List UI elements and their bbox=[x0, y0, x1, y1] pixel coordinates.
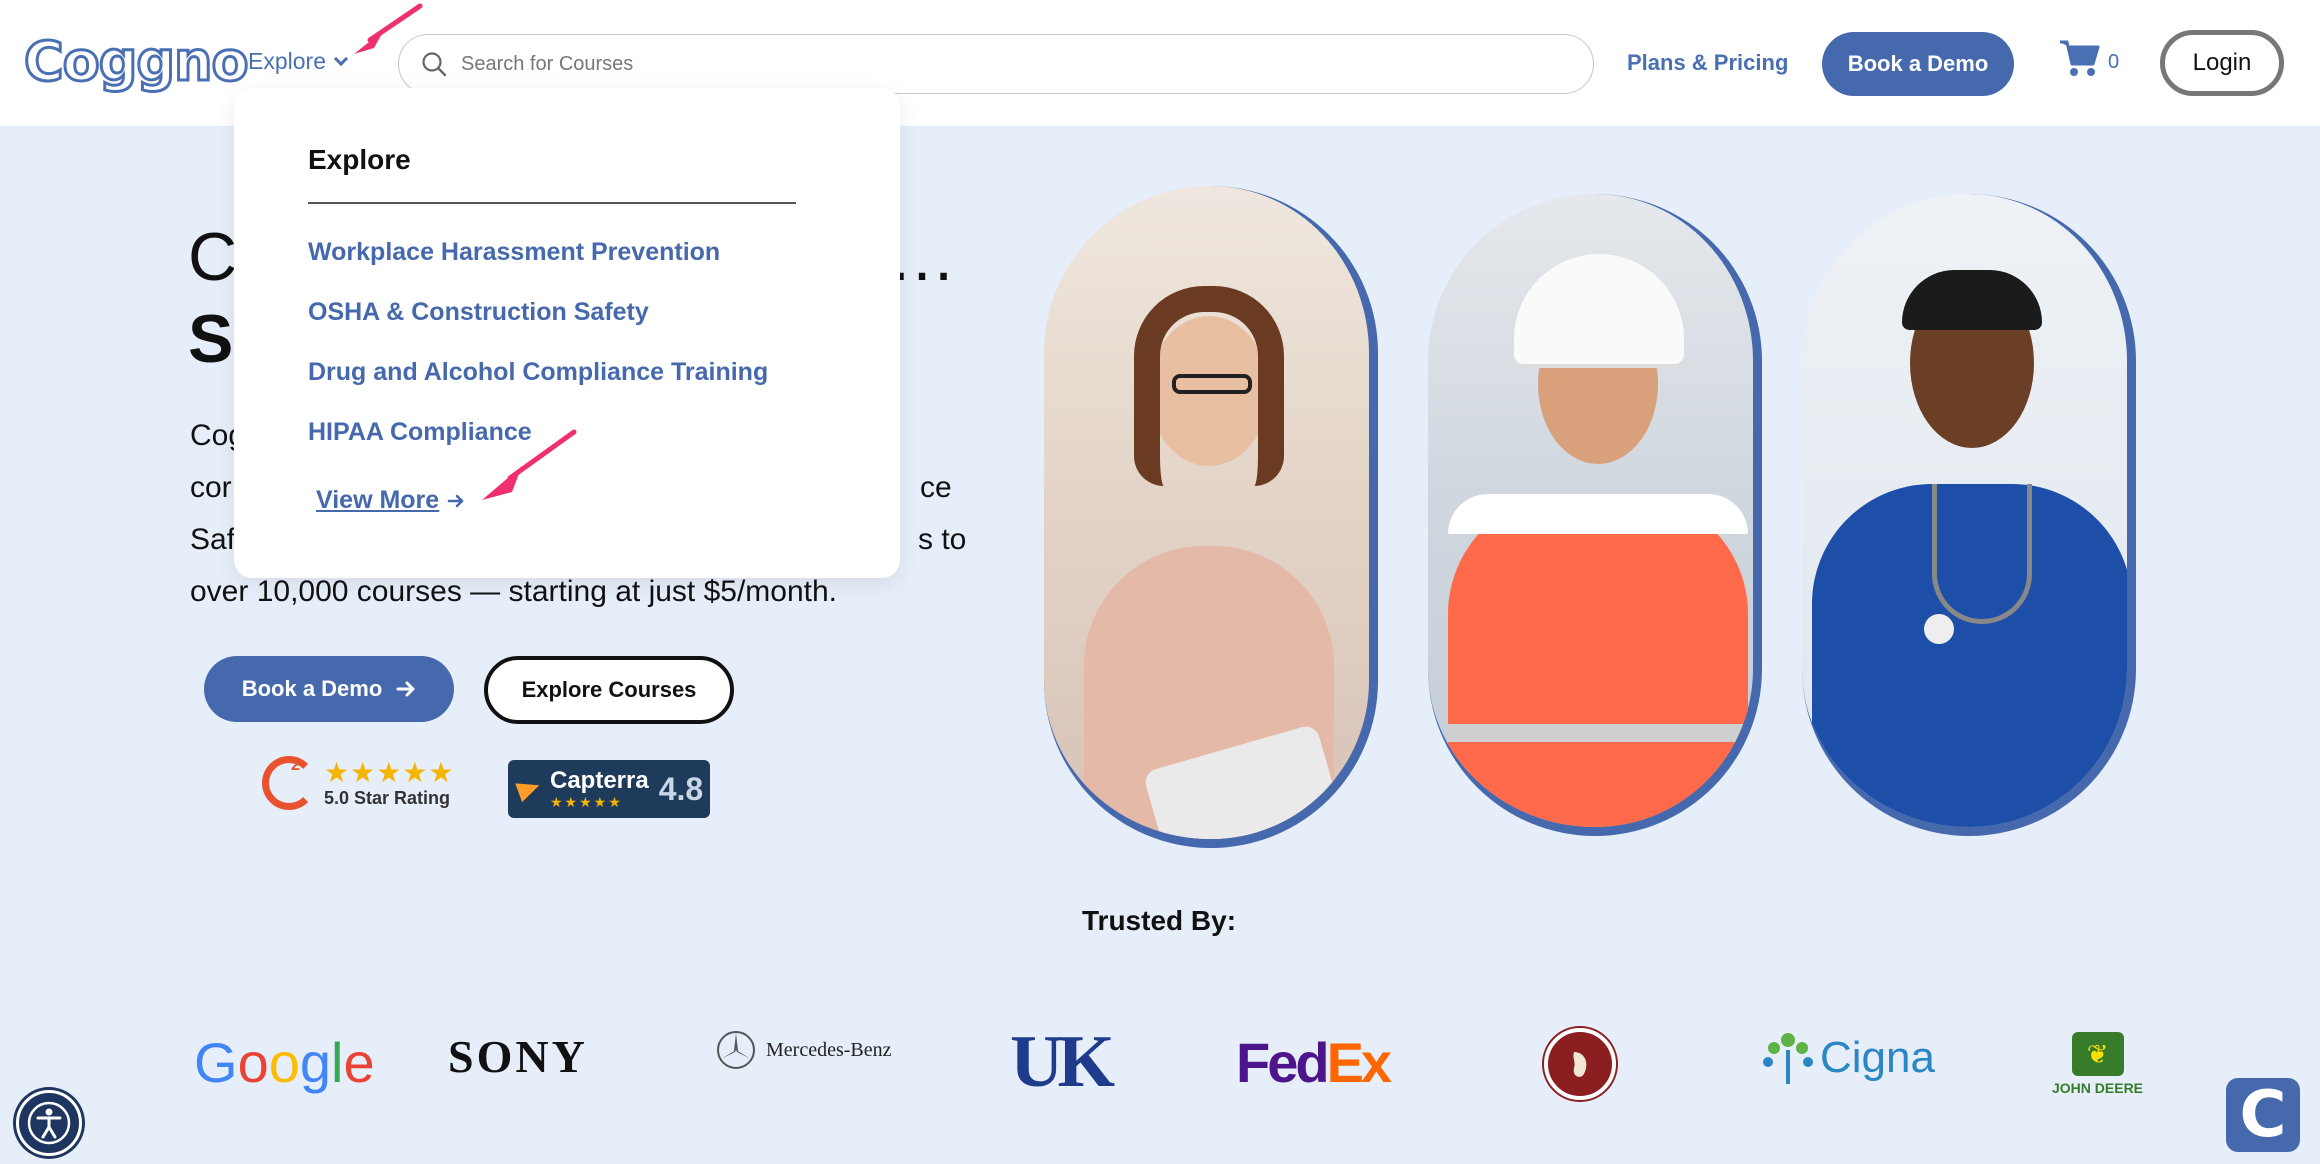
arrow-right-icon bbox=[396, 681, 415, 697]
book-demo-button-header[interactable]: Book a Demo bbox=[1822, 32, 2014, 96]
menu-item-osha-construction[interactable]: OSHA & Construction Safety bbox=[308, 298, 649, 327]
search-bar[interactable] bbox=[398, 34, 1594, 94]
hero-title-line2: S bbox=[188, 301, 234, 377]
mercedes-benz-logo: Mercedes-Benz bbox=[716, 1030, 892, 1070]
menu-item-hipaa[interactable]: HIPAA Compliance bbox=[308, 418, 532, 447]
coggno-logo[interactable]: Coggno bbox=[23, 29, 251, 95]
view-more-link[interactable]: View More bbox=[316, 486, 465, 515]
arrow-right-icon bbox=[447, 494, 464, 507]
john-deere-logo: ❦ JOHN DEERE bbox=[2052, 1032, 2143, 1096]
search-icon bbox=[422, 52, 447, 77]
explore-label: Explore bbox=[248, 48, 326, 74]
portrait-construction-worker bbox=[1428, 194, 1762, 836]
accessibility-button[interactable] bbox=[16, 1090, 82, 1156]
dropdown-title: Explore bbox=[308, 144, 411, 175]
portrait-office-worker bbox=[1044, 186, 1378, 848]
trusted-logos-row: Google SONY Mercedes-Benz UK Fed Ex Cigna… bbox=[0, 1020, 2320, 1110]
accessibility-icon bbox=[27, 1101, 71, 1145]
capterra-flag-icon bbox=[515, 775, 543, 803]
explore-courses-button[interactable]: Explore Courses bbox=[484, 656, 734, 724]
g2-logo-icon: 2 bbox=[262, 756, 316, 810]
g2-rating-badge: 2 ★★★★★ 5.0 Star Rating bbox=[262, 756, 455, 810]
g2-stars: ★★★★★ bbox=[324, 756, 455, 788]
menu-item-drug-alcohol[interactable]: Drug and Alcohol Compliance Training bbox=[308, 358, 768, 387]
cigna-logo: Cigna bbox=[1762, 1030, 1935, 1086]
fedex-logo: Fed Ex bbox=[1236, 1031, 1392, 1094]
dropdown-divider bbox=[308, 202, 796, 204]
cart-button[interactable]: 0 bbox=[2058, 38, 2119, 78]
g2-label: 5.0 Star Rating bbox=[324, 787, 451, 808]
login-button[interactable]: Login bbox=[2160, 30, 2284, 96]
deer-icon: ❦ bbox=[2071, 1032, 2124, 1076]
menu-item-workplace-harassment[interactable]: Workplace Harassment Prevention bbox=[308, 238, 720, 267]
search-input[interactable] bbox=[461, 52, 1461, 76]
cart-count: 0 bbox=[2108, 51, 2120, 73]
chat-widget-button[interactable]: C bbox=[2226, 1078, 2300, 1152]
cigna-tree-icon bbox=[1763, 1033, 1813, 1084]
google-logo: Google bbox=[194, 1031, 375, 1094]
capterra-rating-badge: Capterra ★★★★★ 4.8 bbox=[508, 760, 710, 818]
explore-menu-toggle[interactable]: Explore bbox=[248, 48, 349, 75]
trusted-by-heading: Trusted By: bbox=[1082, 905, 1237, 936]
portrait-nurse bbox=[1802, 194, 2136, 836]
book-demo-button[interactable]: Book a Demo bbox=[204, 656, 454, 722]
plans-pricing-link[interactable]: Plans & Pricing bbox=[1627, 50, 1788, 76]
mercedes-star-icon bbox=[717, 1031, 755, 1069]
cart-icon bbox=[2060, 40, 2100, 76]
chipotle-pepper-icon bbox=[1573, 1052, 1587, 1077]
capterra-name: Capterra bbox=[550, 766, 649, 794]
university-kentucky-logo: UK bbox=[1010, 1021, 1115, 1103]
sony-logo: SONY bbox=[448, 1031, 588, 1082]
explore-dropdown-menu: Explore Workplace Harassment Prevention … bbox=[234, 88, 900, 578]
capterra-score: 4.8 bbox=[658, 770, 704, 807]
capterra-stars: ★★★★★ bbox=[550, 793, 623, 810]
hero-title-line1: C… bbox=[188, 219, 956, 295]
chevron-down-icon bbox=[333, 51, 349, 66]
chipotle-logo bbox=[1544, 1028, 1616, 1100]
